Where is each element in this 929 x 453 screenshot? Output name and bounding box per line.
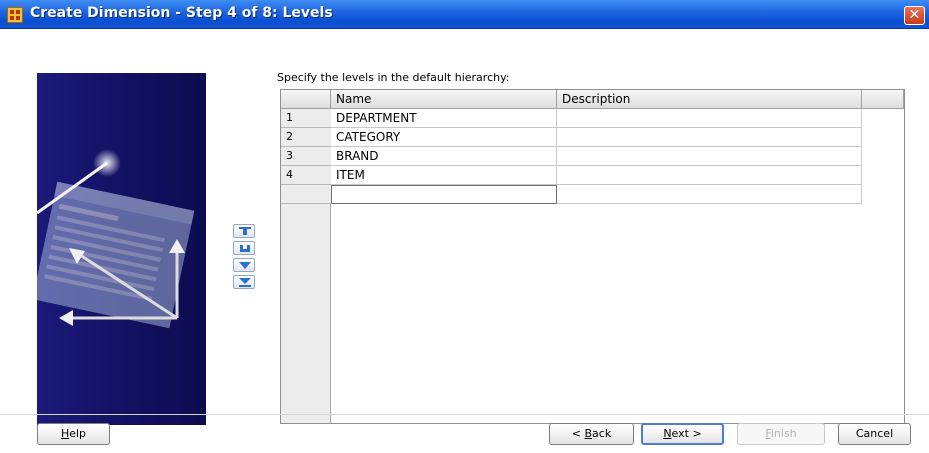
- next-button[interactable]: Next >: [641, 423, 724, 445]
- column-header-description[interactable]: Description: [557, 90, 862, 109]
- close-button[interactable]: ✕: [904, 6, 925, 25]
- wizard-side-image: [37, 73, 206, 425]
- row-number[interactable]: 4: [281, 166, 331, 185]
- level-name-cell[interactable]: DEPARTMENT: [331, 109, 557, 128]
- finish-button[interactable]: Finish: [737, 423, 825, 445]
- instruction-label: Specify the levels in the default hierar…: [277, 71, 510, 84]
- wizard-illustration: [37, 149, 195, 329]
- window-title: Create Dimension - Step 4 of 8: Levels: [30, 5, 333, 21]
- row-number[interactable]: 3: [281, 147, 331, 166]
- title-bar[interactable]: Create Dimension - Step 4 of 8: Levels ✕: [0, 0, 929, 29]
- level-name-cell[interactable]: CATEGORY: [331, 128, 557, 147]
- new-level-description-cell[interactable]: [557, 185, 862, 204]
- help-button[interactable]: Help: [37, 423, 110, 445]
- move-to-bottom-icon: [239, 278, 251, 287]
- column-header-filler: [862, 90, 904, 109]
- level-description-cell[interactable]: [557, 166, 862, 185]
- close-icon: ✕: [908, 7, 921, 23]
- cancel-button[interactable]: Cancel: [838, 423, 911, 445]
- column-header-name[interactable]: Name: [331, 90, 557, 109]
- move-down-button[interactable]: [233, 258, 255, 272]
- reorder-buttons: [233, 224, 257, 289]
- new-level-name-input[interactable]: [331, 185, 557, 204]
- footer-divider: [0, 414, 929, 415]
- app-icon: [7, 7, 23, 23]
- level-description-cell[interactable]: [557, 147, 862, 166]
- dialog-body: Specify the levels in the default hierar…: [0, 29, 929, 453]
- move-to-bottom-button[interactable]: [233, 275, 255, 289]
- levels-table[interactable]: Name Description 1 DEPARTMENT 2 CATEGORY…: [280, 89, 905, 424]
- move-to-top-icon: [239, 227, 251, 235]
- row-number[interactable]: 2: [281, 128, 331, 147]
- level-name-cell[interactable]: BRAND: [331, 147, 557, 166]
- move-to-top-button[interactable]: [233, 224, 255, 238]
- move-down-icon: [239, 262, 251, 269]
- level-description-cell[interactable]: [557, 109, 862, 128]
- back-button[interactable]: < Back: [549, 423, 634, 445]
- level-description-cell[interactable]: [557, 128, 862, 147]
- move-up-button[interactable]: [233, 241, 255, 255]
- corner-header: [281, 90, 331, 109]
- move-up-icon: [240, 245, 250, 252]
- new-row-number[interactable]: [281, 185, 331, 204]
- row-number[interactable]: 1: [281, 109, 331, 128]
- level-name-cell[interactable]: ITEM: [331, 166, 557, 185]
